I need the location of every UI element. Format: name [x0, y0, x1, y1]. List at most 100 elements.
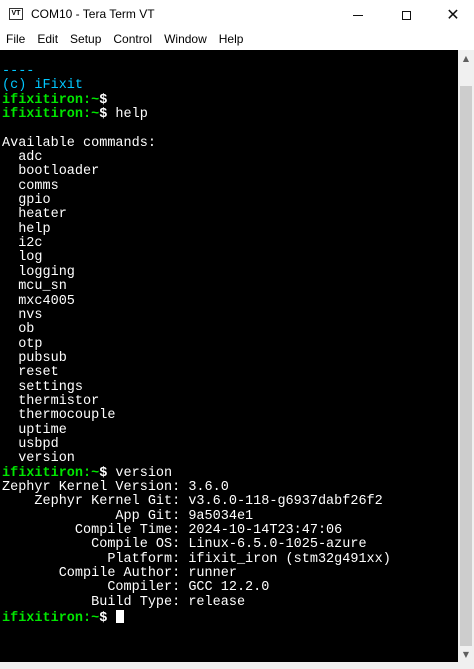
close-button[interactable]: ✕	[430, 0, 474, 30]
menu-edit[interactable]: Edit	[31, 30, 64, 49]
terminal-text: bootloader	[2, 164, 100, 180]
terminal-text: thermocouple	[2, 408, 116, 424]
terminal-text: ob	[2, 322, 35, 338]
terminal-text: uptime	[2, 422, 67, 438]
terminal-line: settings	[2, 379, 391, 395]
terminal-line: heater	[2, 208, 391, 222]
menu-file[interactable]: File	[0, 30, 31, 49]
terminal-line: usbpd	[2, 436, 391, 452]
prompt-symbol: $	[99, 92, 108, 108]
terminal-line: mxc4005	[2, 293, 391, 309]
terminal-line: Compile Author: runner	[2, 566, 391, 582]
shell-prompt: ifixitiron:~	[2, 92, 100, 108]
terminal-text: version	[2, 451, 75, 467]
terminal-text: Build Type: release	[2, 594, 246, 610]
shell-prompt: ifixitiron:~	[2, 465, 100, 481]
window-bottom-edge	[0, 662, 474, 669]
vertical-scrollbar[interactable]: ▲ ▼	[458, 50, 474, 662]
terminal-text: thermistor	[2, 393, 100, 409]
terminal-line: Compiler: GCC 12.2.0	[2, 581, 391, 595]
scroll-up-button[interactable]: ▲	[458, 50, 474, 66]
terminal-text: i2c	[2, 236, 43, 252]
menu-help[interactable]: Help	[213, 30, 250, 49]
terminal-line: thermocouple	[2, 409, 391, 423]
terminal-line: i2c	[2, 236, 391, 252]
terminal-text: App Git: 9a5034e1	[2, 508, 254, 524]
terminal-text: Zephyr Kernel Git: v3.6.0-118-g6937dabf2…	[2, 494, 383, 510]
terminal-text: Compile Author: runner	[2, 566, 237, 582]
terminal-text: mxc4005	[2, 293, 75, 309]
menu-control[interactable]: Control	[107, 30, 158, 49]
terminal-line: adc	[2, 150, 391, 166]
terminal-line: gpio	[2, 193, 391, 209]
terminal-text: usbpd	[2, 436, 59, 452]
terminal-line: comms	[2, 178, 391, 194]
terminal-text: Compiler: GCC 12.2.0	[2, 580, 270, 596]
terminal-line: ----	[2, 64, 391, 79]
terminal-line: ifixitiron:~$ version	[2, 465, 391, 481]
terminal-line: Available commands:	[2, 135, 391, 151]
title-bar[interactable]: VT COM10 - Tera Term VT ✕	[0, 0, 474, 30]
terminal-text: Platform: ifixit_iron (stm32g491xx)	[2, 551, 391, 567]
terminal-text: Compile Time: 2024-10-14T23:47:06	[2, 523, 343, 538]
terminal-line: pubsub	[2, 350, 391, 366]
terminal-text: gpio	[2, 193, 51, 209]
terminal-text: heater	[2, 207, 67, 223]
menu-bar: File Edit Setup Control Window Help	[0, 30, 474, 49]
terminal-text: otp	[2, 336, 43, 352]
terminal-line: log	[2, 251, 391, 265]
terminal-line: (c) iFixit	[2, 79, 391, 93]
terminal-line: Zephyr Kernel Git: v3.6.0-118-g6937dabf2…	[2, 495, 391, 509]
terminal-line: ifixitiron:~$ help	[2, 107, 391, 123]
terminal-line: ifixitiron:~$	[2, 610, 391, 627]
terminal-text: Zephyr Kernel Version: 3.6.0	[2, 479, 229, 495]
terminal-text: adc	[2, 150, 43, 166]
terminal-line: otp	[2, 336, 391, 352]
terminal-line: Compile Time: 2024-10-14T23:47:06	[2, 523, 391, 538]
terminal-line: mcu_sn	[2, 279, 391, 295]
maximize-button[interactable]	[383, 0, 429, 30]
terminal-text: reset	[2, 365, 59, 381]
minimize-button[interactable]	[335, 0, 381, 30]
minimize-icon	[353, 14, 363, 16]
tera-term-app-icon[interactable]: VT	[9, 8, 23, 20]
shell-prompt: ifixitiron:~	[2, 107, 100, 123]
terminal-text: pubsub	[2, 350, 67, 366]
terminal-line: Build Type: release	[2, 594, 391, 610]
terminal-text: Available commands:	[2, 135, 156, 151]
terminal-line: Zephyr Kernel Version: 3.6.0	[2, 479, 391, 495]
terminal-line: nvs	[2, 308, 391, 323]
scroll-down-arrow-icon: ▼	[462, 649, 470, 659]
scroll-down-button[interactable]: ▼	[458, 646, 474, 662]
terminal-text: Compile OS: Linux-6.5.0-1025-azure	[2, 537, 367, 553]
terminal-line: logging	[2, 265, 391, 280]
close-icon: ✕	[446, 5, 460, 24]
terminal-line: App Git: 9a5034e1	[2, 508, 391, 524]
terminal-text: mcu_sn	[2, 279, 67, 295]
terminal-text: version	[107, 465, 173, 481]
menu-setup[interactable]: Setup	[64, 30, 107, 49]
terminal-line: Compile OS: Linux-6.5.0-1025-azure	[2, 538, 391, 552]
terminal-output-area[interactable]: ---- (c) iFixit ifixitiron:~$ ifixitiron:~$…	[0, 50, 458, 662]
terminal-text: ----	[2, 64, 35, 79]
scroll-up-arrow-icon: ▲	[462, 53, 470, 63]
terminal-text: help	[107, 107, 148, 123]
shell-prompt: ifixitiron:~	[2, 611, 100, 627]
scrollbar-thumb[interactable]	[460, 86, 472, 646]
terminal-line: uptime	[2, 422, 391, 438]
terminal-line: thermistor	[2, 393, 391, 409]
terminal-lines: ---- (c) iFixit ifixitiron:~$ ifixitiron:~$…	[2, 64, 391, 627]
terminal-text: settings	[2, 379, 84, 395]
terminal-text: comms	[2, 178, 59, 194]
menu-window[interactable]: Window	[158, 30, 213, 49]
terminal-text: (c) iFixit	[2, 78, 84, 94]
terminal-text: log	[2, 250, 43, 266]
terminal-line: ob	[2, 323, 391, 337]
terminal-line: Platform: ifixit_iron (stm32g491xx)	[2, 551, 391, 567]
maximize-icon	[401, 10, 411, 20]
terminal-text: help	[2, 221, 51, 237]
terminal-line: ifixitiron:~$	[2, 92, 391, 108]
tera-term-window: VT COM10 - Tera Term VT ✕ File Edit Setu…	[0, 0, 474, 669]
